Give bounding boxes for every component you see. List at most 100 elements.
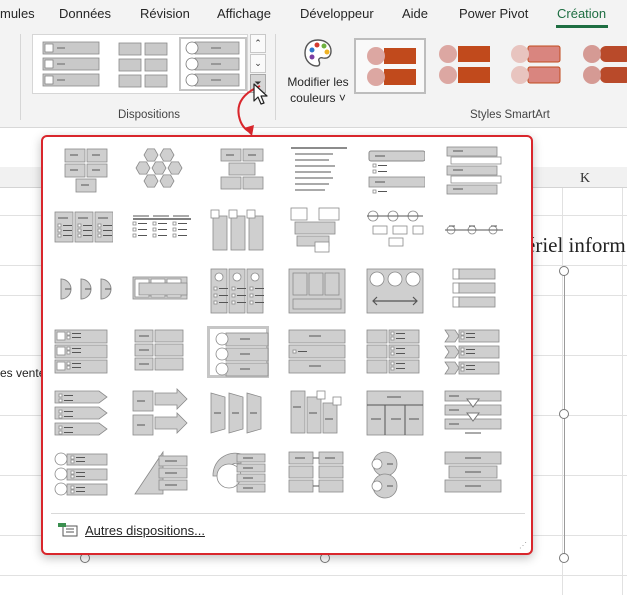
smartart-title-text: ériel inform [526,233,626,257]
change-colors-label: Modifier les couleurs ˅ [282,74,354,106]
layout-option-vertical-bracket-list[interactable] [441,204,503,256]
style-thumb-intense[interactable] [574,38,627,94]
layout-thumbnail-icon [452,268,496,308]
resize-grip-icon[interactable]: ⋰ [519,541,527,550]
layout-option-table-list[interactable] [285,265,347,317]
layout-option-horizontal-bullet-list[interactable] [51,204,113,256]
smartart-styles-gallery[interactable] [354,38,627,94]
layout-option-stacked-lines[interactable] [285,143,347,195]
layout-thumbnail-icon [54,452,108,496]
more-layouts-label: Autres dispositions... [85,523,205,538]
layout-thumbnail-icon [366,329,420,374]
style-thumb-flat[interactable] [354,38,426,94]
layout-thumbnail-icon [132,276,188,300]
layouts-gallery[interactable] [32,34,248,94]
gallery-up-button[interactable]: ⌃ [250,34,266,53]
menu-divider [51,513,525,514]
layout-option-arc-list[interactable] [207,448,269,500]
tab-design[interactable]: Création [557,6,606,21]
layout-thumbnail-icon [446,146,502,195]
layout-thumbnail-icon [367,210,424,247]
layout-thumbnail-icon [290,390,342,434]
layout-option-alternating-blocks[interactable] [207,143,269,195]
column-header-k[interactable]: K [580,171,590,187]
layout-thumbnail-icon [444,390,502,434]
layout-thumbnail-icon [288,451,344,493]
layout-thumbnail-icon [291,147,347,191]
cell-text[interactable]: es vente [0,366,45,380]
layout-thumbnail-icon [288,268,346,314]
layout-option-grouped-list[interactable] [285,326,347,378]
layout-thumbnail-icon [132,215,191,238]
change-colors-button[interactable]: Modifier les couleurs ˅ [282,34,354,106]
ribbon-panel: ⌃ ⌄ ⏷ Dispositions Modifier les couleurs… [0,28,627,128]
tab-review[interactable]: Révision [140,6,190,21]
tab-view[interactable]: Affichage [217,6,271,21]
layout-thumbnail-icon [135,148,183,188]
layout-option-descending-blocks[interactable] [285,387,347,439]
smartart-layouts-icon [58,523,78,537]
layout-thumbnail-icon [220,148,264,190]
layout-option-lined-list[interactable] [363,204,425,256]
tab-developer[interactable]: Développeur [300,6,374,21]
layout-option-circle-pair-list[interactable] [363,448,425,500]
group-separator [275,34,276,120]
layout-option-hexagon-cluster[interactable] [129,143,191,195]
layout-thumbnail-icon [134,329,184,371]
layout-option-basic-block-list[interactable] [51,143,113,195]
layout-thumbnail-icon [445,225,503,235]
layout-option-picture-accent-list[interactable] [207,204,269,256]
palette-icon [304,39,332,67]
group-label-layouts: Dispositions [118,109,180,121]
layout-thumbnail-icon [54,211,113,243]
style-thumb-icon [583,45,627,84]
layout-option-stacked-arrows[interactable] [441,387,503,439]
layout-option-vertical-circle-list[interactable] [207,326,269,378]
layout-thumbnail-icon [134,450,188,495]
layout-option-stacked-list[interactable] [51,326,113,378]
layout-option-vertical-picture-list[interactable] [441,265,503,317]
layout-option-linked-boxes[interactable] [285,448,347,500]
layout-option-vertical-box-list[interactable] [441,143,503,195]
ribbon-tab-bar: mules Données Révision Affichage Dévelop… [0,0,627,28]
layout-option-pie-process-list[interactable] [51,265,113,317]
style-thumb-subtle[interactable] [428,38,500,94]
resize-handle[interactable] [559,553,569,563]
layout-option-horizontal-arrow-list[interactable] [51,387,113,439]
layout-thumbnail-icon [368,150,425,194]
layout-thumbnail-icon [210,209,264,251]
layout-option-tab-list[interactable] [207,265,269,317]
gallery-down-button[interactable]: ⌄ [250,54,266,73]
layout-option-trapezoid-list[interactable] [129,265,191,317]
layout-thumb-icon [118,42,168,88]
tab-data[interactable]: Données [59,6,111,21]
layout-option-pyramid-list[interactable] [363,326,425,378]
tab-help[interactable]: Aide [402,6,428,21]
tab-power-pivot[interactable]: Power Pivot [459,6,528,21]
layout-option-vertical-chevron-list[interactable] [441,326,503,378]
layout-option-vertical-block-list[interactable] [129,326,191,378]
resize-handle[interactable] [559,409,569,419]
tab-formulas[interactable]: mules [0,6,35,21]
style-thumb-icon [367,47,416,86]
layout-option-pyramid-list-2[interactable] [129,448,191,500]
change-colors-line1: Modifier les [287,75,349,89]
layout-thumbnail-icon [54,390,108,436]
layout-thumbnail-icon [60,278,112,300]
layout-option-vertical-bullet-list[interactable] [363,143,425,195]
layout-thumbnail-icon [290,207,340,253]
layout-option-target-list[interactable] [129,387,191,439]
layout-thumb-basic-block[interactable] [37,37,105,91]
style-thumb-moderate[interactable] [500,38,572,94]
layout-option-block-hierarchy[interactable] [441,448,503,500]
layout-thumbnail-icon [210,392,262,434]
resize-handle[interactable] [559,266,569,276]
layout-thumbnail-icon [371,451,398,499]
layout-option-bending-picture-accent[interactable] [285,204,347,256]
layout-option-square-accent-list[interactable] [129,204,191,256]
layout-option-trapezoid-arrows[interactable] [207,387,269,439]
layout-option-segmented-list[interactable] [363,265,425,317]
layout-thumb-alternating[interactable] [109,37,177,91]
layout-option-table-hierarchy[interactable] [363,387,425,439]
layout-option-circle-bullet-list[interactable] [51,448,113,500]
